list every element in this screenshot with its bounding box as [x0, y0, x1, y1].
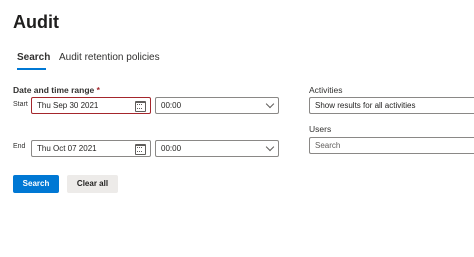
start-label: Start [13, 101, 28, 108]
date-range-label-text: Date and time range [13, 85, 95, 95]
users-search-placeholder: Search [315, 141, 341, 150]
tab-audit-retention-policies[interactable]: Audit retention policies [59, 52, 160, 63]
page-title: Audit [13, 12, 59, 32]
clear-all-button[interactable]: Clear all [67, 175, 118, 193]
calendar-icon[interactable] [135, 101, 146, 112]
tab-search[interactable]: Search [17, 52, 50, 63]
users-label: Users [309, 124, 332, 134]
end-date-picker[interactable]: Thu Oct 07 2021 [31, 140, 151, 157]
chevron-down-icon [265, 142, 275, 152]
date-range-label: Date and time range * [13, 85, 100, 95]
users-search-input[interactable]: Search [309, 137, 474, 154]
start-time-dropdown[interactable]: 00:00 [155, 97, 279, 114]
calendar-icon[interactable] [135, 144, 146, 155]
chevron-down-icon [265, 99, 275, 109]
tab-active-indicator [17, 68, 46, 70]
end-date-value: Thu Oct 07 2021 [37, 144, 97, 153]
start-date-value: Thu Sep 30 2021 [37, 101, 99, 110]
end-time-dropdown[interactable]: 00:00 [155, 140, 279, 157]
start-time-value: 00:00 [161, 101, 182, 110]
search-button[interactable]: Search [13, 175, 59, 193]
end-label: End [13, 143, 26, 150]
activities-dropdown[interactable]: Show results for all activities [309, 97, 474, 114]
activities-label: Activities [309, 85, 343, 95]
end-time-value: 00:00 [161, 144, 182, 153]
start-date-picker[interactable]: Thu Sep 30 2021 [31, 97, 151, 114]
required-marker: * [96, 85, 100, 95]
activities-value: Show results for all activities [315, 101, 416, 110]
